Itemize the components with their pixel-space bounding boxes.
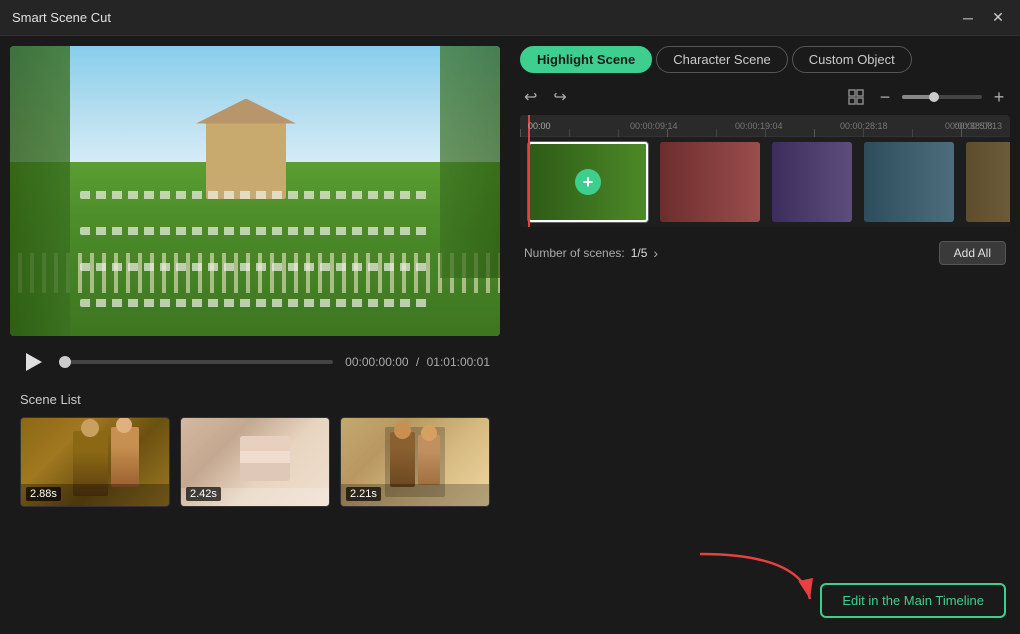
tabs-bar: Highlight Scene Character Scene Custom O… — [520, 46, 1010, 73]
close-button[interactable]: ✕ — [988, 8, 1008, 28]
right-hedge — [440, 46, 500, 278]
scenes-nav-arrow[interactable]: › — [653, 245, 658, 261]
scene-thumb-2[interactable]: 2.42s — [180, 417, 330, 507]
chair-row-1 — [80, 191, 430, 199]
play-button[interactable] — [20, 348, 48, 376]
scenes-count-area: Number of scenes: 1/5 › — [524, 245, 658, 261]
timeline-container: 00:00 00:00:09:14 00:00:19:04 00:00:28:1… — [520, 115, 1010, 227]
title-bar-left: Smart Scene Cut — [12, 10, 111, 25]
scene-thumb-1[interactable]: 2.88s — [20, 417, 170, 507]
timeline-playhead — [528, 137, 530, 227]
tick-2 — [569, 129, 618, 137]
tab-highlight[interactable]: Highlight Scene — [520, 46, 652, 73]
tick-6 — [765, 129, 814, 137]
scene-list-title: Scene List — [20, 392, 490, 407]
right-panel: Highlight Scene Character Scene Custom O… — [510, 36, 1020, 634]
tick-3 — [618, 129, 667, 137]
cake-mid — [240, 451, 290, 463]
couple-head2 — [421, 425, 437, 441]
chairs-area — [80, 177, 430, 322]
thumb3-duration: 2.21s — [346, 487, 381, 501]
timeline-clip-5[interactable] — [966, 142, 1010, 222]
play-icon — [26, 353, 42, 371]
left-panel: 00:00:00:00 / 01:01:00:01 Scene List 2.8… — [0, 36, 510, 634]
timeline-clip-1[interactable] — [528, 142, 648, 222]
left-hedge — [10, 46, 70, 336]
time-display: 00:00:00:00 / 01:01:00:01 — [345, 355, 490, 369]
expand-icon — [848, 89, 864, 105]
thumb1-figure2 — [111, 427, 139, 487]
tick-8 — [863, 129, 912, 137]
chair-row-3 — [80, 263, 430, 271]
progress-knob[interactable] — [59, 356, 71, 368]
add-all-button[interactable]: Add All — [939, 241, 1006, 265]
expand-button[interactable] — [844, 87, 868, 107]
cake-bot — [240, 463, 290, 481]
chair-row-2 — [80, 227, 430, 235]
scenes-count-label: Number of scenes: — [524, 246, 625, 260]
timeline-clip-4[interactable] — [864, 142, 954, 222]
current-time: 00:00:00:00 — [345, 355, 408, 369]
total-time: 01:01:00:01 — [427, 355, 490, 369]
time-separator: / — [416, 355, 419, 369]
redo-button[interactable]: ↪ — [549, 85, 570, 109]
toolbar-left: ↩ ↪ — [520, 85, 571, 109]
toolbar-right: − + — [844, 86, 1010, 108]
thumb1-head2 — [116, 417, 132, 433]
tab-custom[interactable]: Custom Object — [792, 46, 912, 73]
couple-fig2 — [418, 435, 440, 485]
ruler-ticks — [520, 129, 1010, 137]
thumb2-cake — [240, 436, 290, 481]
tick-5 — [716, 129, 765, 137]
clip2-bg — [660, 142, 760, 222]
clip3-bg — [772, 142, 852, 222]
edit-main-timeline-button[interactable]: Edit in the Main Timeline — [820, 583, 1006, 618]
couple-head1 — [394, 422, 411, 439]
tab-character[interactable]: Character Scene — [656, 46, 788, 73]
minimize-button[interactable]: ─ — [958, 8, 978, 28]
zoom-knob[interactable] — [929, 92, 939, 102]
bottom-area: Edit in the Main Timeline — [520, 575, 1010, 624]
title-bar: Smart Scene Cut ─ ✕ — [0, 0, 1020, 36]
clip4-bg — [864, 142, 954, 222]
video-preview — [10, 46, 500, 336]
timeline-toolbar: ↩ ↪ − + — [520, 85, 1010, 109]
thumb2-duration: 2.42s — [186, 487, 221, 501]
thumb1-duration: 2.88s — [26, 487, 61, 501]
video-frame — [10, 46, 500, 336]
cake-top — [240, 436, 290, 451]
chair-row-4 — [80, 299, 430, 307]
timeline-clip-2[interactable] — [660, 142, 760, 222]
timeline-ruler: 00:00 00:00:09:14 00:00:19:04 00:00:28:1… — [520, 115, 1010, 137]
title-bar-controls: ─ ✕ — [958, 8, 1008, 28]
red-arrow-annotation — [680, 544, 840, 614]
spacer — [520, 271, 1010, 575]
progress-bar[interactable] — [60, 360, 333, 364]
undo-button[interactable]: ↩ — [520, 85, 541, 109]
scene-thumbnails: 2.88s 2.42s — [20, 417, 490, 507]
scene-list-section: Scene List 2.88s — [10, 384, 500, 515]
tick-1 — [520, 129, 569, 137]
timeline-clip-3[interactable] — [772, 142, 852, 222]
scenes-bar: Number of scenes: 1/5 › Add All — [520, 237, 1010, 271]
player-controls: 00:00:00:00 / 01:01:00:01 — [10, 336, 500, 384]
scenes-count-value: 1/5 — [631, 246, 648, 260]
clip1-bg — [528, 142, 648, 222]
zoom-in-button[interactable]: + — [988, 86, 1010, 108]
timeline-track[interactable]: + — [520, 137, 1010, 227]
app-title: Smart Scene Cut — [12, 10, 111, 25]
zoom-out-button[interactable]: − — [874, 86, 896, 108]
main-content: 00:00:00:00 / 01:01:00:01 Scene List 2.8… — [0, 36, 1020, 634]
tick-9 — [912, 129, 961, 137]
clip5-bg — [966, 142, 1010, 222]
scene-thumb-3[interactable]: 2.21s — [340, 417, 490, 507]
couple-fig1 — [390, 432, 415, 487]
zoom-track[interactable] — [902, 95, 982, 99]
tick-7 — [814, 129, 863, 137]
tick-4 — [667, 129, 716, 137]
tick-10 — [961, 129, 1010, 137]
